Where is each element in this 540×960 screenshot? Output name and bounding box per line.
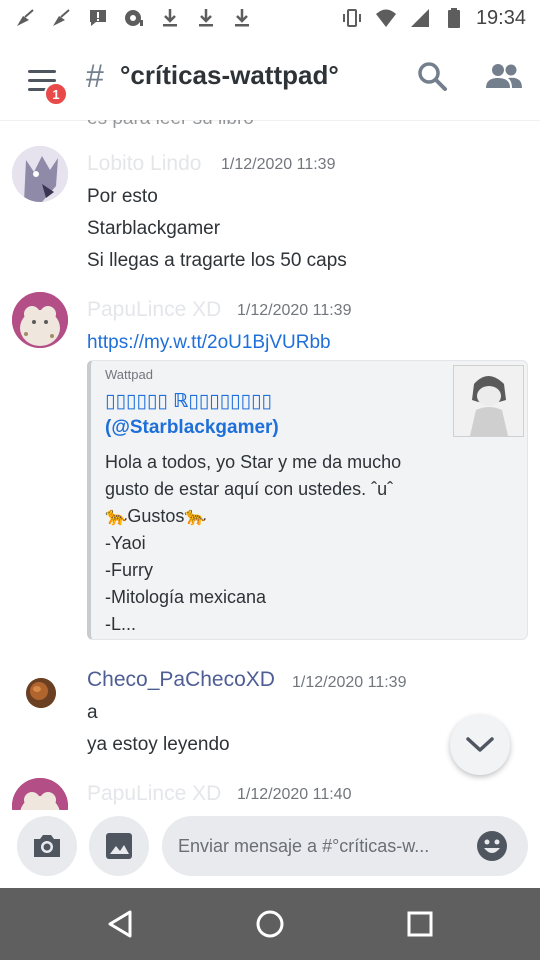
author-name[interactable]: Lobito Lindo (87, 152, 201, 176)
search-icon[interactable] (416, 60, 448, 92)
author-name[interactable]: PapuLince XD (87, 298, 221, 322)
game-controller-icon (122, 7, 146, 29)
embed-description-line: Hola a todos, yo Star y me da mucho (105, 452, 402, 472)
emoji-button[interactable] (476, 830, 508, 862)
vibrate-icon (340, 7, 364, 29)
embed-title-line: ▯▯▯▯▯▯ ℝ▯▯▯▯▯▯▯▯ (105, 391, 272, 412)
jump-to-bottom-button[interactable] (450, 715, 510, 775)
signal-icon (408, 7, 432, 29)
clock: 19:34 (475, 6, 526, 29)
smiley-icon (477, 831, 507, 861)
message-line: ya estoy leyendo (87, 734, 230, 755)
avatar[interactable] (12, 292, 68, 348)
embed-description: Hola a todos, yo Star y me da mucho gust… (105, 449, 435, 638)
home-circle-icon (256, 910, 284, 938)
home-button[interactable] (254, 908, 286, 945)
embed-description-line: -Furry (105, 560, 153, 580)
hash-icon: # (86, 58, 104, 94)
message-line: a (87, 702, 98, 723)
embed-title[interactable]: ▯▯▯▯▯▯ ℝ▯▯▯▯▯▯▯▯ (@Starblackgamer) (105, 389, 435, 441)
embed-description-line: gusto de estar aquí con ustedes. ˆuˆ (105, 479, 394, 499)
link-embed[interactable]: Wattpad ▯▯▯▯▯▯ ℝ▯▯▯▯▯▯▯▯ (@Starblackgame… (87, 360, 528, 640)
message-line: Starblackgamer (87, 218, 221, 239)
chat-alert-icon (86, 7, 110, 29)
sweep-icon (50, 7, 74, 29)
download-icon (194, 7, 218, 29)
sweep-icon (14, 7, 38, 29)
notification-icons (14, 7, 254, 29)
status-bar: 19:34 (0, 0, 540, 36)
embed-description-line: 🐆Gustos🐆 (105, 506, 207, 526)
channel-title[interactable]: °críticas-wattpad° (120, 60, 339, 91)
battery-icon (442, 7, 466, 29)
message-input-container[interactable] (162, 816, 528, 876)
timestamp: 1/12/2020 11:39 (292, 674, 407, 691)
timestamp: 1/12/2020 11:40 (237, 786, 352, 803)
channel-header: 1 # °críticas-wattpad° (0, 36, 540, 120)
back-button[interactable] (104, 908, 136, 945)
message-line: Por esto (87, 186, 158, 207)
download-icon (230, 7, 254, 29)
timestamp: 1/12/2020 11:39 (237, 302, 352, 319)
image-icon (106, 833, 132, 859)
system-navigation-bar (0, 888, 540, 960)
recents-square-icon (407, 911, 433, 937)
gallery-button[interactable] (89, 816, 149, 876)
avatar[interactable] (12, 778, 68, 810)
message-line: Si llegas a tragarte los 50 caps (87, 250, 347, 271)
camera-button[interactable] (17, 816, 77, 876)
message-list[interactable]: es para leer su libro Lobito Lindo 1/12/… (0, 120, 540, 810)
back-triangle-icon (108, 910, 132, 938)
download-icon (158, 7, 182, 29)
avatar[interactable] (26, 678, 56, 708)
embed-description-line: -Yaoi (105, 533, 146, 553)
message-input[interactable] (178, 816, 468, 876)
recents-button[interactable] (404, 908, 436, 945)
message-composer (0, 810, 540, 888)
message-line: es para leer su libro (87, 120, 254, 130)
author-name[interactable]: Checo_PaChecoXD (87, 668, 275, 692)
members-icon[interactable] (486, 62, 522, 92)
embed-description-line: -L... (105, 614, 137, 634)
embed-title-handle: (@Starblackgamer) (105, 417, 279, 438)
avatar[interactable] (12, 146, 68, 202)
notification-badge: 1 (44, 82, 68, 106)
embed-thumbnail[interactable] (453, 365, 524, 437)
author-name[interactable]: PapuLince XD (87, 782, 221, 806)
camera-icon (34, 835, 60, 857)
timestamp: 1/12/2020 11:39 (221, 156, 336, 173)
embed-provider: Wattpad (105, 367, 153, 382)
message-link[interactable]: https://my.w.tt/2oU1BjVURbb (87, 332, 331, 354)
system-icons: 19:34 (340, 7, 526, 30)
chevron-down-icon (466, 737, 494, 752)
wifi-icon (374, 7, 398, 29)
embed-description-line: -Mitología mexicana (105, 587, 267, 607)
